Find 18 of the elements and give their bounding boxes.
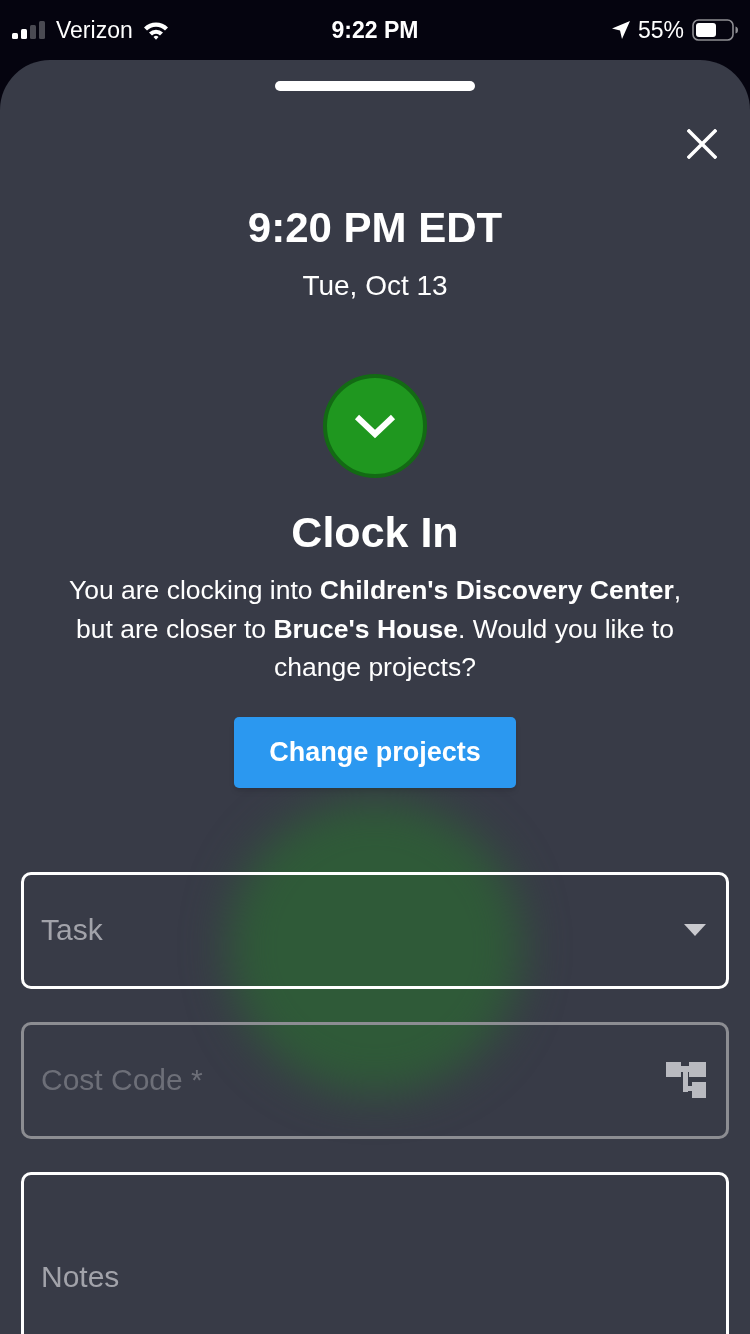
battery-icon [692, 19, 738, 41]
close-icon [687, 129, 717, 159]
carrier-name: Verizon [56, 15, 133, 45]
signal-bars-icon [12, 21, 46, 39]
clock-in-message: You are clocking into Children's Discovery Center, but are closer to Bruce's House. Would you like to change projects? [67, 574, 683, 684]
notes-text-area[interactable]: Notes [21, 1171, 729, 1334]
change-projects-button[interactable]: Change projects [234, 716, 516, 788]
battery-percentage: 55% [637, 15, 684, 45]
dialog-title: Clock In [291, 507, 459, 557]
status-time: 9:22 PM [331, 15, 419, 45]
wifi-icon [142, 20, 169, 40]
location-arrow-icon [611, 21, 630, 39]
sheet-handle[interactable] [275, 81, 475, 91]
dropdown-caret-icon [684, 924, 706, 936]
hierarchy-icon [666, 1062, 706, 1098]
clock-time: 9:20 PM EDT [247, 203, 503, 253]
dropdown-field[interactable]: Task [21, 871, 729, 989]
clock-date: Tue, Oct 13 [302, 269, 448, 303]
